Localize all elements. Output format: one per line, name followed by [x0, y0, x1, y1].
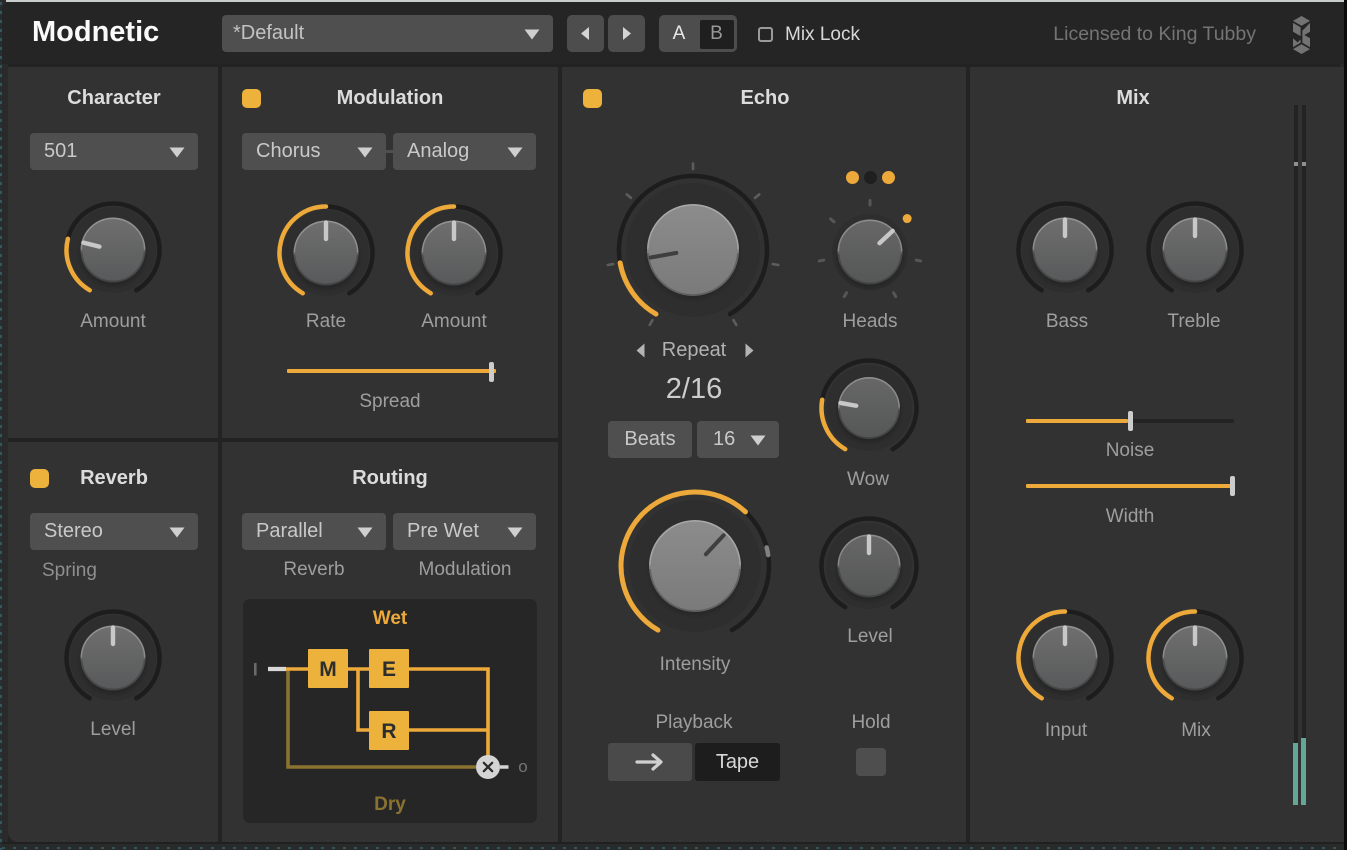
- svg-text:o: o: [518, 757, 527, 776]
- svg-text:E: E: [382, 658, 396, 681]
- svg-text:M: M: [319, 658, 337, 681]
- svg-text:R: R: [381, 720, 396, 743]
